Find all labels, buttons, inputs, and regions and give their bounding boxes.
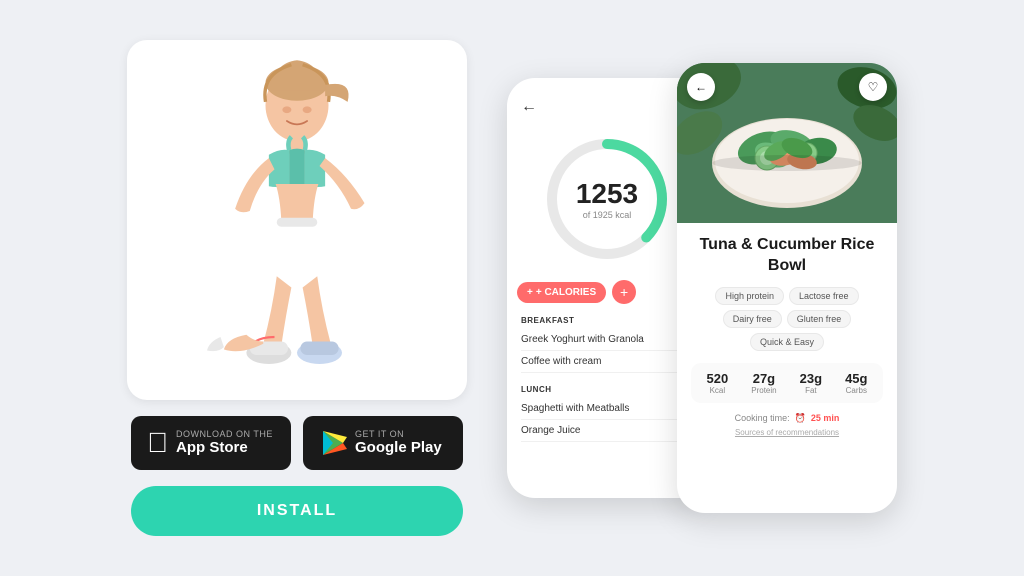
app-store-text: Download on the App Store (176, 429, 273, 457)
tag-quick-easy: Quick & Easy (750, 333, 824, 351)
tag-gluten-free: Gluten free (787, 310, 852, 328)
cooking-time-value: 25 min (811, 413, 840, 423)
calories-add-button[interactable]: + + CALORIES (517, 282, 606, 303)
nutrition-carbs-value: 45g (845, 371, 867, 386)
breakfast-item-2: Coffee with cream (521, 351, 693, 373)
calories-btn-label: + CALORIES (536, 287, 596, 298)
recipe-tags: High protein Lactose free Dairy free Glu… (691, 287, 883, 351)
recipe-back-button[interactable]: ← (687, 73, 715, 101)
app-store-small-text: Download on the (176, 429, 273, 439)
recipe-nutrition: 520 Kcal 27g Protein 23g Fat 45g (691, 363, 883, 403)
apple-icon:  (147, 427, 168, 459)
clock-icon: ⏰ (795, 413, 806, 424)
google-play-text: GET IT ON Google Play (355, 429, 442, 457)
google-play-icon (319, 429, 347, 457)
install-button[interactable]: INSTALL (131, 486, 463, 536)
recipe-title: Tuna & Cucumber Rice Bowl (691, 235, 883, 277)
nutrition-protein: 27g Protein (751, 371, 776, 395)
app-store-button[interactable]:  Download on the App Store (131, 416, 291, 470)
recipe-card-phone: ← ♡ Tuna & Cucumber Rice Bowl High prote… (677, 63, 897, 513)
main-container:  Download on the App Store GET IT ON Go… (0, 0, 1024, 576)
breakfast-item-1: Greek Yoghurt with Granola (521, 329, 693, 351)
nutrition-fat-label: Fat (800, 386, 822, 395)
cooking-time-label: Cooking time: (735, 413, 790, 423)
google-play-small-text: GET IT ON (355, 429, 404, 439)
left-section:  Download on the App Store GET IT ON Go… (127, 40, 467, 536)
calorie-of: of 1925 kcal (576, 210, 638, 220)
google-play-large-text: Google Play (355, 439, 442, 457)
tag-lactose-free: Lactose free (789, 287, 859, 305)
recipe-image: ← ♡ (677, 63, 897, 223)
nutrition-carbs-label: Carbs (845, 386, 867, 395)
nutrition-kcal-value: 520 (707, 371, 729, 386)
fitness-card (127, 40, 467, 400)
store-buttons:  Download on the App Store GET IT ON Go… (131, 416, 463, 470)
calorie-number: 1253 (576, 178, 638, 210)
breakfast-title: BREAKFAST (521, 316, 693, 325)
plus-icon: + (527, 287, 533, 298)
lunch-item-1: Spaghetti with Meatballs (521, 398, 693, 420)
app-store-large-text: App Store (176, 439, 248, 457)
nutrition-fat-value: 23g (800, 371, 822, 386)
lunch-item-2: Orange Juice (521, 420, 693, 442)
nutrition-fat: 23g Fat (800, 371, 822, 395)
back-arrow-icon[interactable]: ← (521, 98, 537, 116)
nutrition-carbs: 45g Carbs (845, 371, 867, 395)
nutrition-protein-label: Protein (751, 386, 776, 395)
sources-link[interactable]: Sources of recommendations (691, 428, 883, 437)
tag-high-protein: High protein (715, 287, 784, 305)
cooking-time: Cooking time: ⏰ 25 min (691, 413, 883, 424)
fitness-person-illustration (127, 40, 467, 400)
calorie-text-center: 1253 of 1925 kcal (576, 178, 638, 220)
recipe-heart-button[interactable]: ♡ (859, 73, 887, 101)
recipe-card-content: ← ♡ Tuna & Cucumber Rice Bowl High prote… (677, 63, 897, 513)
google-play-button[interactable]: GET IT ON Google Play (303, 416, 463, 470)
nutrition-kcal-label: Kcal (707, 386, 729, 395)
nutrition-kcal: 520 Kcal (707, 371, 729, 395)
phone-mockups: ← 1253 of 1925 kcal (507, 63, 897, 513)
tag-dairy-free: Dairy free (723, 310, 782, 328)
plus-circle-button[interactable]: + (612, 280, 636, 304)
recipe-info: Tuna & Cucumber Rice Bowl High protein L… (677, 223, 897, 449)
nutrition-protein-value: 27g (751, 371, 776, 386)
lunch-title: LUNCH (521, 385, 693, 394)
